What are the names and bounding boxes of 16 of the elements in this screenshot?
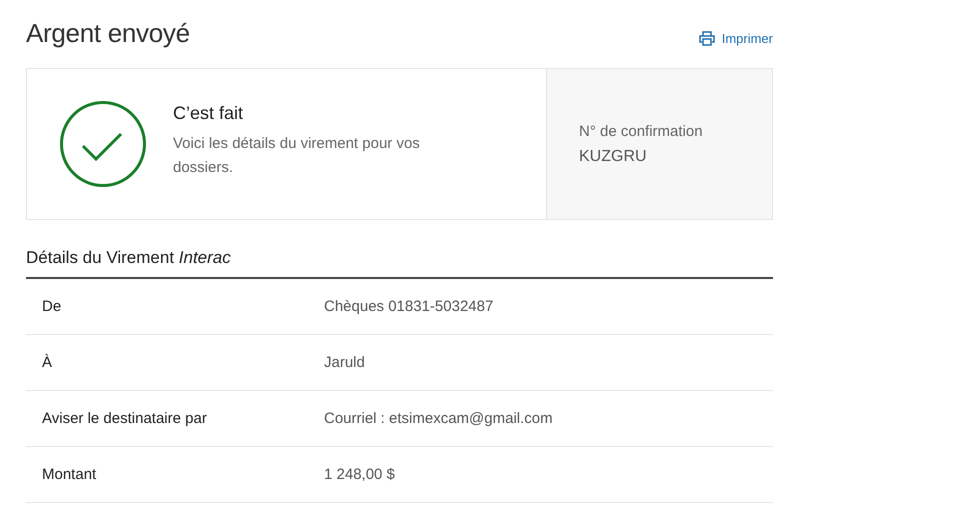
detail-label: À	[42, 354, 54, 371]
section-heading: Détails du Virement Interac	[26, 248, 773, 279]
printer-icon	[698, 31, 715, 46]
detail-value: Courriel : etsimexcam@gmail.com	[324, 410, 553, 427]
detail-label: Aviser le destinataire par	[42, 410, 208, 427]
status-message: Voici les détails du virement pour vos dossiers.	[173, 134, 421, 178]
print-link[interactable]: Imprimer	[698, 31, 773, 46]
confirmation-label: N° de confirmation	[579, 122, 704, 140]
confirmation-number: KUZGRU	[579, 148, 648, 166]
status-title: C’est fait	[173, 102, 244, 124]
detail-value: 1 248,00 $	[324, 466, 395, 483]
detail-value: Jaruld	[324, 354, 365, 371]
detail-label: De	[42, 298, 62, 315]
page-title: Argent envoyé	[26, 18, 190, 49]
detail-label: Montant	[42, 466, 98, 483]
detail-value: Chèques 01831-5032487	[324, 298, 494, 315]
